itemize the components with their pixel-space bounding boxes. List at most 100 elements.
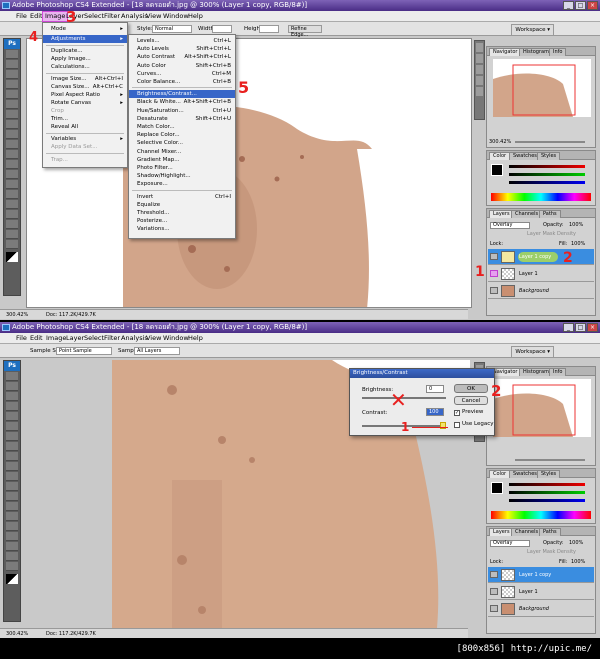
adjustments-item[interactable]: Curves... Ctrl+M bbox=[129, 70, 235, 78]
adjustments-item[interactable]: Exposure... bbox=[129, 180, 235, 188]
dock-icon[interactable] bbox=[476, 76, 483, 85]
tool-button[interactable] bbox=[6, 150, 18, 159]
tool-button[interactable] bbox=[6, 130, 18, 139]
tool-button[interactable] bbox=[6, 200, 18, 209]
color-swatches[interactable] bbox=[6, 574, 18, 584]
tab-styles[interactable]: Styles bbox=[537, 470, 561, 478]
layer-row[interactable]: Layer 1 copy bbox=[488, 567, 594, 583]
menu-item-variables[interactable]: Variables ▸ bbox=[43, 135, 127, 143]
tool-button[interactable] bbox=[6, 392, 18, 401]
layer-name[interactable]: Background bbox=[519, 283, 549, 299]
tool-button[interactable] bbox=[6, 100, 18, 109]
menu-file[interactable]: File bbox=[14, 11, 29, 22]
adjustments-item[interactable]: Equalize bbox=[129, 201, 235, 209]
tab-styles[interactable]: Styles bbox=[537, 152, 561, 160]
dock-icon[interactable] bbox=[476, 65, 483, 74]
sample-select[interactable]: All Layers bbox=[134, 347, 180, 355]
adjustments-item[interactable]: Color Balance... Ctrl+B bbox=[129, 78, 235, 86]
layer-name[interactable]: Layer 1 copy bbox=[519, 249, 551, 265]
width-field[interactable] bbox=[212, 25, 232, 33]
tab-info[interactable]: Info bbox=[549, 48, 567, 56]
dock-icon[interactable] bbox=[476, 87, 483, 96]
tool-button[interactable] bbox=[6, 472, 18, 481]
tool-button[interactable] bbox=[6, 80, 18, 89]
tool-button[interactable] bbox=[6, 412, 18, 421]
color-swatches[interactable] bbox=[6, 252, 18, 262]
adjustments-item[interactable]: Auto Contrast Alt+Shift+Ctrl+L bbox=[129, 53, 235, 61]
menu-file[interactable]: File bbox=[14, 333, 29, 344]
tool-button[interactable] bbox=[6, 110, 18, 119]
red-slider[interactable] bbox=[509, 483, 585, 486]
tab-color[interactable]: Color bbox=[489, 470, 511, 478]
layer-row[interactable]: Background bbox=[488, 601, 594, 617]
layer-row[interactable]: Layer 1 copy bbox=[488, 249, 594, 265]
ok-button[interactable]: OK bbox=[454, 384, 488, 393]
adjustments-item[interactable]: Invert Ctrl+I bbox=[129, 193, 235, 201]
red-slider[interactable] bbox=[509, 165, 585, 168]
menu-item-calculations[interactable]: Calculations... bbox=[43, 63, 127, 71]
eye-icon[interactable] bbox=[490, 253, 498, 260]
tab-info[interactable]: Info bbox=[549, 368, 567, 376]
tool-button[interactable] bbox=[6, 160, 18, 169]
tool-button[interactable] bbox=[6, 190, 18, 199]
tool-button[interactable] bbox=[6, 482, 18, 491]
tool-button[interactable] bbox=[6, 552, 18, 561]
contrast-input[interactable] bbox=[426, 408, 444, 416]
blue-slider[interactable] bbox=[509, 499, 585, 502]
cancel-button[interactable]: Cancel bbox=[454, 396, 488, 405]
tab-navigator[interactable]: Navigator bbox=[489, 48, 522, 56]
menu-help[interactable]: Help bbox=[186, 11, 205, 22]
tab-channels[interactable]: Channels bbox=[511, 528, 543, 536]
eye-icon[interactable] bbox=[490, 571, 498, 578]
menu-item-apply-image[interactable]: Apply Image... bbox=[43, 55, 127, 63]
minimize-button[interactable]: _ bbox=[563, 323, 574, 332]
green-slider[interactable] bbox=[509, 173, 585, 176]
tool-button[interactable] bbox=[6, 210, 18, 219]
layer-row[interactable]: Layer 1 bbox=[488, 584, 594, 600]
adjustments-item[interactable]: Replace Color... bbox=[129, 131, 235, 139]
blend-mode-select[interactable]: Overlay bbox=[490, 540, 530, 547]
tool-button[interactable] bbox=[6, 180, 18, 189]
layer-name[interactable]: Layer 1 copy bbox=[519, 567, 551, 583]
maximize-button[interactable]: □ bbox=[575, 323, 586, 332]
menu-item-trim[interactable]: Trim... bbox=[43, 115, 127, 123]
tool-button[interactable] bbox=[6, 462, 18, 471]
sample-size-select[interactable]: Point Sample bbox=[56, 347, 112, 355]
tool-button[interactable] bbox=[6, 372, 18, 381]
tool-button[interactable] bbox=[6, 50, 18, 59]
opacity-value[interactable]: 100% bbox=[569, 540, 583, 546]
brightness-input[interactable] bbox=[426, 385, 444, 393]
tool-button[interactable] bbox=[6, 502, 18, 511]
adjustments-item[interactable]: Channel Mixer... bbox=[129, 148, 235, 156]
dock-icon[interactable] bbox=[476, 54, 483, 63]
minimize-button[interactable]: _ bbox=[563, 1, 574, 10]
tab-histogram[interactable]: Histogram bbox=[519, 48, 553, 56]
tool-button[interactable] bbox=[6, 140, 18, 149]
adjustments-item[interactable]: Match Color... bbox=[129, 123, 235, 131]
tool-button[interactable] bbox=[6, 432, 18, 441]
tool-button[interactable] bbox=[6, 70, 18, 79]
fill-value[interactable]: 100% bbox=[571, 559, 585, 565]
tool-button[interactable] bbox=[6, 452, 18, 461]
adjustments-item[interactable]: Photo Filter... bbox=[129, 164, 235, 172]
menu-item-canvas-size[interactable]: Canvas Size... Alt+Ctrl+C bbox=[43, 83, 127, 91]
color-ramp[interactable] bbox=[491, 193, 591, 201]
zoom-slider[interactable] bbox=[515, 141, 585, 143]
adjustments-item[interactable]: Desaturate Shift+Ctrl+U bbox=[129, 115, 235, 123]
menu-item-mode[interactable]: Mode ▸ bbox=[43, 25, 127, 33]
tab-channels[interactable]: Channels bbox=[511, 210, 543, 218]
workspace-button[interactable]: Workspace ▾ bbox=[511, 24, 554, 36]
layer-row[interactable]: Layer 1 bbox=[488, 266, 594, 282]
use-legacy-checkbox[interactable] bbox=[454, 422, 460, 428]
adjustments-item[interactable]: Auto Color Shift+Ctrl+B bbox=[129, 62, 235, 70]
tool-button[interactable] bbox=[6, 442, 18, 451]
layer-name[interactable]: Layer 1 bbox=[519, 266, 538, 282]
tool-button[interactable] bbox=[6, 90, 18, 99]
foreground-color[interactable] bbox=[491, 482, 503, 494]
menu-item-image-size[interactable]: Image Size... Alt+Ctrl+I bbox=[43, 75, 127, 83]
blue-slider[interactable] bbox=[509, 181, 585, 184]
tool-button[interactable] bbox=[6, 220, 18, 229]
menu-item-pixel-aspect[interactable]: Pixel Aspect Ratio ▸ bbox=[43, 91, 127, 99]
dock-icon[interactable] bbox=[476, 43, 483, 52]
tool-button[interactable] bbox=[6, 170, 18, 179]
